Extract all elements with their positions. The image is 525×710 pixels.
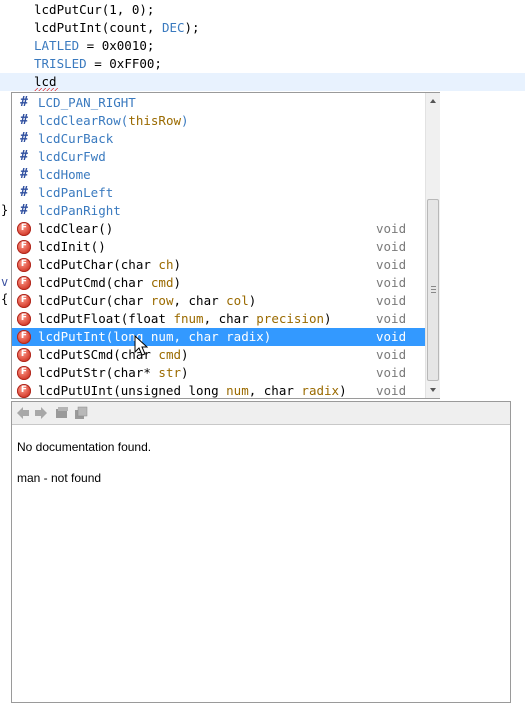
completion-item-label: lcdHome xyxy=(38,167,91,182)
completion-item-label: lcdPanLeft xyxy=(38,185,114,200)
scroll-up-arrow-icon[interactable] xyxy=(426,94,440,108)
macro-hash-icon: # xyxy=(20,131,28,146)
return-type: void xyxy=(376,311,407,326)
back-arrow-icon[interactable] xyxy=(15,405,31,421)
macro-hash-icon: # xyxy=(20,167,28,182)
function-icon: F xyxy=(17,366,31,380)
current-line-highlight xyxy=(0,73,525,91)
return-type: void xyxy=(376,221,407,236)
function-icon: F xyxy=(17,348,31,362)
return-type: void xyxy=(376,383,407,398)
documentation-panel: No documentation found. man - not found xyxy=(11,401,511,703)
function-icon: F xyxy=(17,276,31,290)
code-fragment-open-brace: { xyxy=(1,292,9,306)
completion-item-label: lcdPanRight xyxy=(38,203,121,218)
return-type: void xyxy=(376,257,407,272)
forward-arrow-icon[interactable] xyxy=(33,405,49,421)
completion-item[interactable]: F lcdPutChar(char ch) void xyxy=(12,256,425,274)
completion-item-label: lcdClear() xyxy=(38,221,114,236)
return-type: void xyxy=(376,239,407,254)
completion-item[interactable]: F lcdPutStr(char* str) void xyxy=(12,364,425,382)
completion-item[interactable]: # LCD_PAN_RIGHT xyxy=(12,94,425,112)
completion-item[interactable]: # lcdPanRight xyxy=(12,202,425,220)
macro-hash-icon: # xyxy=(20,95,28,110)
function-icon: F xyxy=(17,384,31,398)
completion-scrollbar[interactable] xyxy=(425,93,440,398)
completion-list[interactable]: # LCD_PAN_RIGHT # lcdClearRow(thisRow) #… xyxy=(12,94,425,400)
return-type: void xyxy=(376,275,407,290)
completion-item[interactable]: # lcdHome xyxy=(12,166,425,184)
completion-item-label: lcdPutCmd(char cmd) xyxy=(38,275,181,290)
completion-item-label: lcdPutStr(char* str) xyxy=(38,365,189,380)
completion-item-label: lcdPutFloat(float fnum, char precision) xyxy=(38,311,332,326)
completion-item-label: lcdPutInt(long num, char radix) xyxy=(38,329,272,344)
function-icon: F xyxy=(17,330,31,344)
function-icon: F xyxy=(17,312,31,326)
completion-item[interactable]: F lcdPutCmd(char cmd) void xyxy=(12,274,425,292)
scroll-down-arrow-icon[interactable] xyxy=(426,383,440,397)
completion-item-label: LCD_PAN_RIGHT xyxy=(38,95,136,110)
macro-hash-icon: # xyxy=(20,185,28,200)
completion-item[interactable]: # lcdCurBack xyxy=(12,130,425,148)
completion-item-label: lcdInit() xyxy=(38,239,106,254)
code-line-4[interactable]: TRISLED = 0xFF00; xyxy=(34,55,162,73)
return-type: void xyxy=(376,347,407,362)
completion-item[interactable]: # lcdPanLeft xyxy=(12,184,425,202)
function-icon: F xyxy=(17,294,31,308)
mouse-cursor-icon xyxy=(134,335,148,356)
function-icon: F xyxy=(17,222,31,236)
return-type: void xyxy=(376,365,407,380)
documentation-message: No documentation found. xyxy=(17,440,152,454)
macro-hash-icon: # xyxy=(20,203,28,218)
code-fragment-brace: } xyxy=(1,203,9,217)
code-line-3[interactable]: LATLED = 0x0010; xyxy=(34,37,154,55)
completion-item-label: lcdPutCur(char row, char col) xyxy=(38,293,257,308)
completion-item[interactable]: F lcdInit() void xyxy=(12,238,425,256)
open-source-icon[interactable] xyxy=(54,405,70,421)
completion-item[interactable]: F lcdPutSCmd(char cmd) void xyxy=(12,346,425,364)
return-type: void xyxy=(376,329,407,344)
documentation-detail: man - not found xyxy=(17,471,102,485)
completion-item[interactable]: F lcdClear() void xyxy=(12,220,425,238)
completion-item-label: lcdCurFwd xyxy=(38,149,106,164)
documentation-toolbar xyxy=(12,402,510,425)
function-icon: F xyxy=(17,240,31,254)
completion-item[interactable]: F lcdPutCur(char row, char col) void xyxy=(12,292,425,310)
completion-item-label: lcdCurBack xyxy=(38,131,114,146)
completion-item[interactable]: # lcdCurFwd xyxy=(12,148,425,166)
code-line-2[interactable]: lcdPutInt(count, DEC); xyxy=(34,19,200,37)
completion-item[interactable]: F lcdPutUInt(unsigned long num, char rad… xyxy=(12,382,425,400)
macro-hash-icon: # xyxy=(20,113,28,128)
code-completion-popup[interactable]: # LCD_PAN_RIGHT # lcdClearRow(thisRow) #… xyxy=(11,92,440,399)
completion-item-selected[interactable]: F lcdPutInt(long num, char radix) void xyxy=(12,328,425,346)
return-type: void xyxy=(376,293,407,308)
completion-item[interactable]: # lcdClearRow(thisRow) xyxy=(12,112,425,130)
spelling-error-underline xyxy=(34,88,58,91)
completion-item[interactable]: F lcdPutFloat(float fnum, char precision… xyxy=(12,310,425,328)
code-line-1[interactable]: lcdPutCur(1, 0); xyxy=(34,1,154,19)
open-browser-icon[interactable] xyxy=(73,405,89,421)
completion-item-label: lcdClearRow(thisRow) xyxy=(38,113,189,128)
completion-item-label: lcdPutChar(char ch) xyxy=(38,257,182,272)
completion-item-label: lcdPutUInt(unsigned long num, char radix… xyxy=(38,383,347,398)
function-icon: F xyxy=(17,258,31,272)
completion-item-label: lcdPutSCmd(char cmd) xyxy=(38,347,189,362)
code-fragment-v: v xyxy=(1,275,9,289)
scrollbar-thumb[interactable] xyxy=(427,199,439,381)
macro-hash-icon: # xyxy=(20,149,28,164)
